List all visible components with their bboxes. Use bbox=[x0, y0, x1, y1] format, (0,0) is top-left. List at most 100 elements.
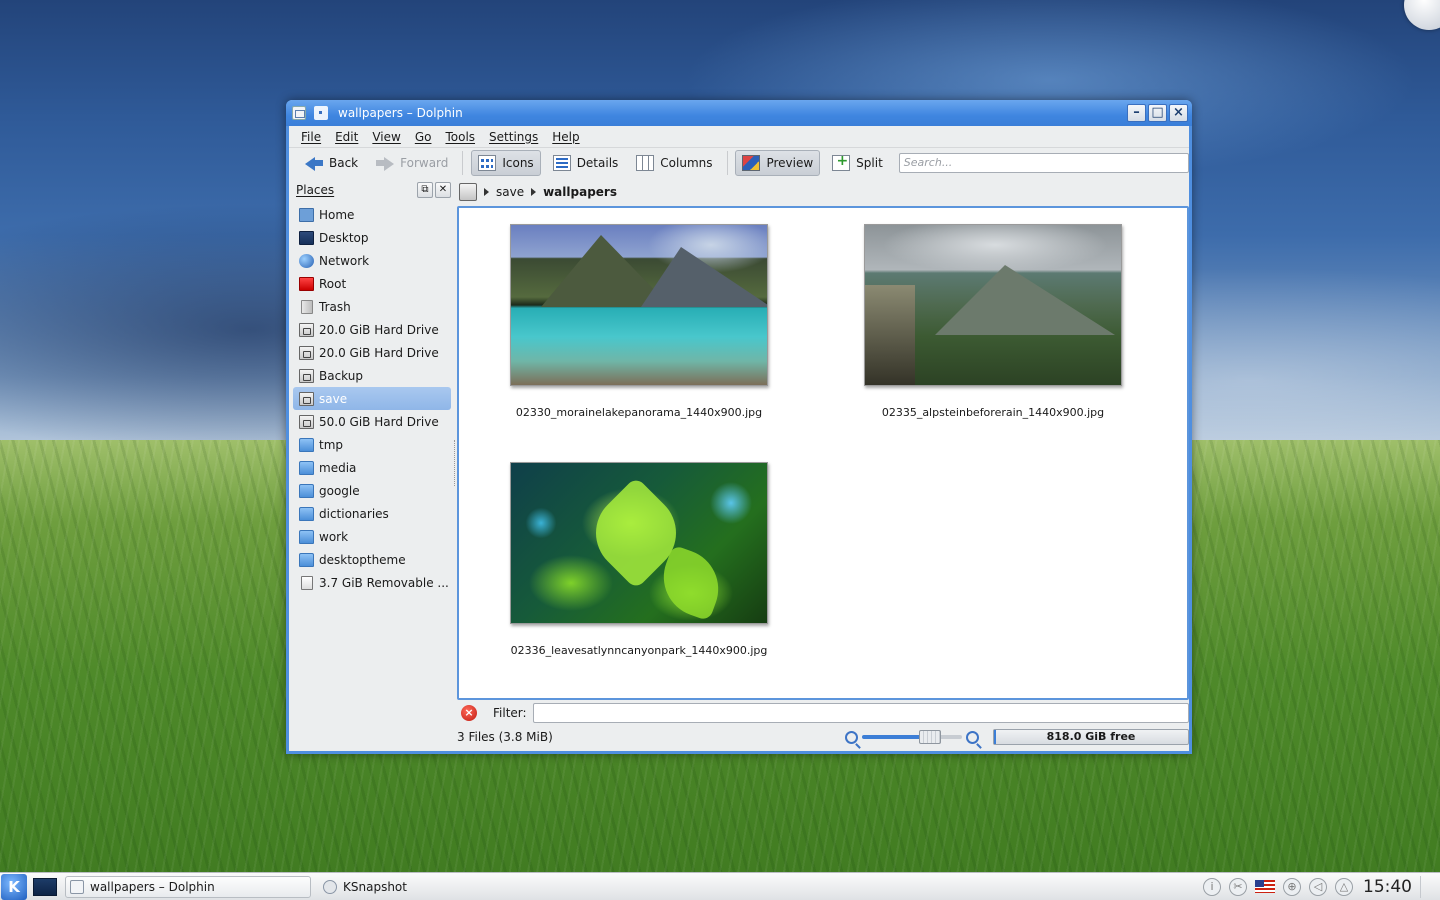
task-ksnapshot[interactable]: KSnapshot bbox=[319, 876, 565, 898]
network-status-icon[interactable]: ⊕ bbox=[1283, 877, 1301, 896]
zoom-control: 818.0 GiB free bbox=[845, 729, 1189, 745]
file-view[interactable]: 02330_morainelakepanorama_1440x900.jpg 0… bbox=[457, 206, 1189, 700]
status-summary: 3 Files (3.8 MiB) bbox=[457, 730, 553, 744]
zoom-slider[interactable] bbox=[862, 730, 962, 744]
place-label: media bbox=[319, 460, 357, 475]
place-label: 20.0 GiB Hard Drive bbox=[319, 345, 439, 360]
place-media[interactable]: media bbox=[293, 456, 451, 479]
clear-filter-icon[interactable]: × bbox=[461, 705, 477, 721]
hard-drive-icon bbox=[299, 391, 314, 406]
place-removable[interactable]: 3.7 GiB Removable ... bbox=[293, 571, 451, 594]
place-label: 50.0 GiB Hard Drive bbox=[319, 414, 439, 429]
file-thumbnail[interactable] bbox=[510, 462, 768, 624]
columns-view-button[interactable]: Columns bbox=[630, 150, 718, 176]
place-network[interactable]: Network bbox=[293, 249, 451, 272]
place-desktop[interactable]: Desktop bbox=[293, 226, 451, 249]
split-view-icon bbox=[832, 153, 851, 171]
place-backup[interactable]: Backup bbox=[293, 364, 451, 387]
menu-view[interactable]: View bbox=[372, 130, 400, 144]
forward-arrow-icon bbox=[376, 155, 395, 171]
breadcrumb-arrow-icon[interactable] bbox=[531, 188, 537, 196]
on-all-desktops-icon[interactable] bbox=[314, 106, 328, 120]
place-google[interactable]: google bbox=[293, 479, 451, 502]
place-hard-drive-3[interactable]: 50.0 GiB Hard Drive bbox=[293, 410, 451, 433]
hard-drive-icon bbox=[299, 345, 314, 360]
place-desktoptheme[interactable]: desktoptheme bbox=[293, 548, 451, 571]
split-button[interactable]: Split bbox=[826, 150, 889, 176]
preview-button[interactable]: Preview bbox=[735, 150, 821, 176]
menu-tools[interactable]: Tools bbox=[445, 130, 475, 144]
volume-icon[interactable]: ◁ bbox=[1309, 877, 1327, 896]
zoom-out-icon[interactable] bbox=[845, 730, 858, 744]
zoom-in-icon[interactable] bbox=[966, 730, 979, 744]
place-label: Desktop bbox=[319, 230, 369, 245]
taskbar: K wallpapers – Dolphin KSnapshot i ✂ ⊕ ◁… bbox=[0, 872, 1440, 900]
file-item[interactable]: 02336_leavesatlynncanyonpark_1440x900.jp… bbox=[489, 462, 789, 657]
breadcrumb-arrow-icon[interactable] bbox=[484, 188, 489, 196]
keyboard-layout-flag-icon[interactable] bbox=[1255, 880, 1275, 893]
close-panel-button[interactable]: ✕ bbox=[435, 182, 451, 198]
minimize-button[interactable]: – bbox=[1127, 104, 1146, 122]
place-save[interactable]: save bbox=[293, 387, 451, 410]
file-name: 02335_alpsteinbeforerain_1440x900.jpg bbox=[881, 406, 1105, 419]
place-trash[interactable]: Trash bbox=[293, 295, 451, 318]
place-home[interactable]: Home bbox=[293, 203, 451, 226]
panel-toolbox-handle[interactable] bbox=[1420, 875, 1434, 898]
maximize-button[interactable]: □ bbox=[1148, 104, 1167, 122]
place-hard-drive-1[interactable]: 20.0 GiB Hard Drive bbox=[293, 318, 451, 341]
place-label: Home bbox=[319, 207, 355, 222]
details-view-button[interactable]: Details bbox=[547, 150, 625, 176]
toolbar-separator bbox=[726, 151, 728, 175]
filter-input[interactable] bbox=[532, 703, 1189, 723]
menu-help[interactable]: Help bbox=[552, 130, 579, 144]
place-hard-drive-2[interactable]: 20.0 GiB Hard Drive bbox=[293, 341, 451, 364]
status-bar: 3 Files (3.8 MiB) 818.0 GiB free bbox=[457, 726, 1189, 748]
place-label: 20.0 GiB Hard Drive bbox=[319, 322, 439, 337]
file-item[interactable]: 02330_morainelakepanorama_1440x900.jpg bbox=[489, 224, 789, 419]
kde-menu-icon[interactable]: K bbox=[1, 873, 27, 900]
place-root[interactable]: Root bbox=[293, 272, 451, 295]
show-desktop-icon[interactable] bbox=[33, 877, 57, 896]
hard-drive-icon bbox=[299, 368, 314, 383]
scissors-icon[interactable]: ✂ bbox=[1229, 877, 1247, 896]
tray-expand-icon[interactable]: △ bbox=[1335, 877, 1353, 896]
place-label: tmp bbox=[319, 437, 344, 452]
menu-settings[interactable]: Settings bbox=[489, 130, 538, 144]
menu-go[interactable]: Go bbox=[415, 130, 432, 144]
place-tmp[interactable]: tmp bbox=[293, 433, 451, 456]
zoom-slider-handle[interactable] bbox=[919, 730, 941, 744]
main-toolbar: Back Forward Icons Details Columns Previ… bbox=[289, 148, 1189, 178]
info-icon[interactable]: i bbox=[1203, 877, 1221, 896]
search-input[interactable]: Search... bbox=[898, 153, 1189, 173]
task-dolphin[interactable]: wallpapers – Dolphin bbox=[65, 875, 311, 898]
forward-button[interactable]: Forward bbox=[370, 150, 454, 176]
place-label: Backup bbox=[319, 368, 363, 383]
place-work[interactable]: work bbox=[293, 525, 451, 548]
place-dictionaries[interactable]: dictionaries bbox=[293, 502, 451, 525]
folder-icon bbox=[299, 506, 314, 521]
columns-view-icon bbox=[636, 155, 655, 171]
file-item[interactable]: 02335_alpsteinbeforerain_1440x900.jpg bbox=[843, 224, 1143, 419]
file-thumbnail[interactable] bbox=[510, 224, 768, 386]
clock[interactable]: 15:40 bbox=[1363, 877, 1412, 897]
title-bar[interactable]: wallpapers – Dolphin – □ × bbox=[286, 100, 1192, 126]
trash-icon bbox=[301, 299, 313, 314]
menu-edit[interactable]: Edit bbox=[335, 130, 358, 144]
window-menu-icon[interactable] bbox=[292, 106, 306, 120]
window-title: wallpapers – Dolphin bbox=[338, 106, 463, 120]
icons-view-button[interactable]: Icons bbox=[471, 150, 541, 176]
breadcrumb-drive-icon[interactable] bbox=[459, 183, 477, 201]
columns-label: Columns bbox=[660, 156, 713, 170]
breadcrumb-current[interactable]: wallpapers bbox=[543, 185, 617, 199]
place-label: dictionaries bbox=[319, 506, 389, 521]
detach-panel-button[interactable]: ⧉ bbox=[417, 182, 433, 198]
panel-splitter[interactable] bbox=[454, 440, 456, 486]
place-label: google bbox=[319, 483, 360, 498]
file-thumbnail[interactable] bbox=[864, 224, 1122, 386]
breadcrumb-parent[interactable]: save bbox=[496, 185, 524, 199]
folder-icon bbox=[299, 483, 314, 498]
back-button[interactable]: Back bbox=[299, 150, 364, 176]
menu-file[interactable]: File bbox=[301, 130, 321, 144]
place-label: 3.7 GiB Removable ... bbox=[319, 575, 449, 590]
close-button[interactable]: × bbox=[1169, 104, 1188, 122]
